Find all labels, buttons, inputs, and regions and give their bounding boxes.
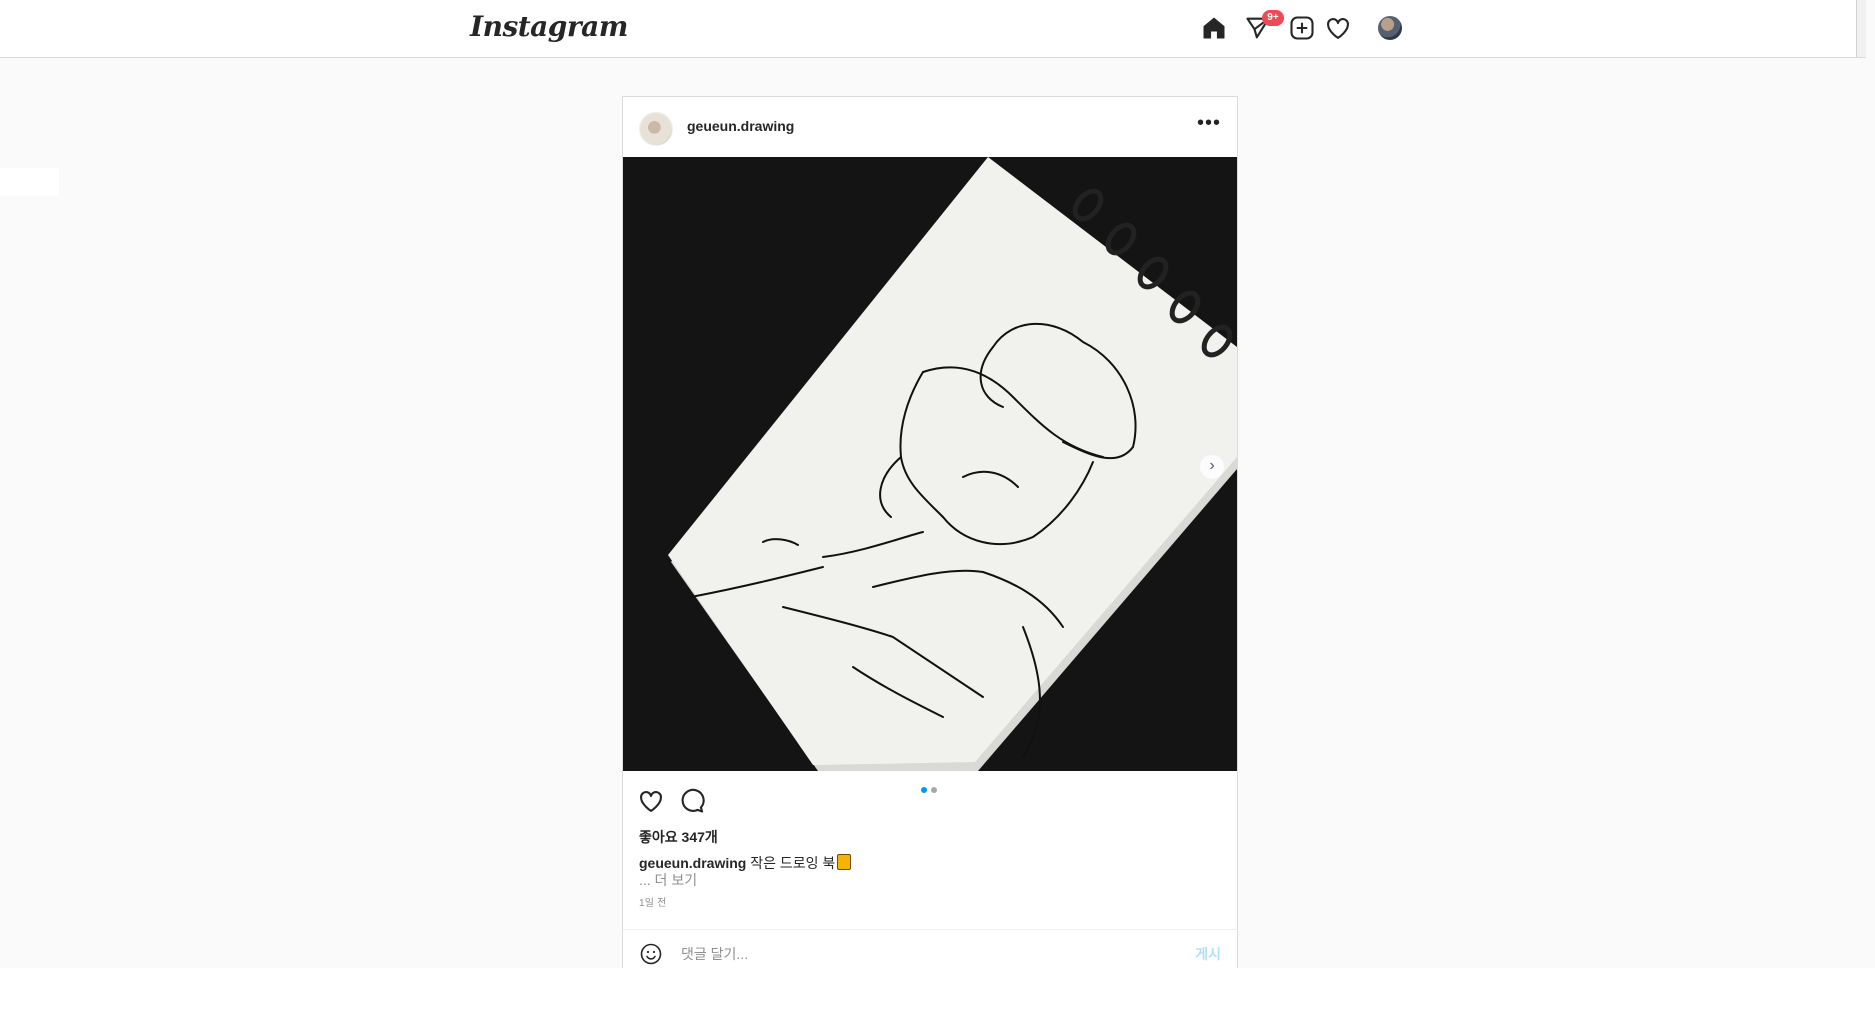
post-header: geueun.drawing ••• bbox=[623, 97, 1237, 157]
feed-post: geueun.drawing ••• › 좋아요 347개 geueun.dra… bbox=[622, 96, 1238, 970]
notebook-emoji-icon bbox=[837, 854, 852, 870]
comment-bar: 게시 bbox=[623, 929, 1237, 971]
caption-username[interactable]: geueun.drawing bbox=[639, 855, 746, 871]
side-panel-fragment bbox=[0, 168, 59, 196]
comment-icon[interactable] bbox=[677, 787, 705, 815]
new-post-icon[interactable] bbox=[1288, 14, 1318, 44]
instagram-logo[interactable]: Instagram bbox=[470, 10, 628, 43]
more-link[interactable]: ... 더 보기 bbox=[639, 870, 697, 890]
direct-message-icon[interactable]: 9+ bbox=[1244, 10, 1284, 44]
activity-heart-icon[interactable] bbox=[1324, 14, 1354, 44]
more-options-button[interactable]: ••• bbox=[1197, 113, 1221, 137]
carousel-next-button[interactable]: › bbox=[1200, 455, 1224, 479]
post-image[interactable]: › bbox=[623, 157, 1237, 771]
page-bottom-area bbox=[0, 968, 1875, 1025]
top-nav: Instagram 9+ bbox=[0, 0, 1866, 58]
carousel-dot bbox=[931, 787, 937, 793]
scrollbar[interactable] bbox=[1856, 0, 1866, 57]
post-comment-button[interactable]: 게시 bbox=[1195, 944, 1221, 964]
profile-avatar[interactable] bbox=[1378, 16, 1402, 40]
sketchbook-illustration bbox=[623, 157, 1237, 771]
likes-count[interactable]: 좋아요 347개 bbox=[639, 827, 718, 847]
post-username[interactable]: geueun.drawing bbox=[687, 118, 794, 134]
comment-input[interactable] bbox=[679, 942, 1143, 966]
post-timestamp[interactable]: 1일 전 bbox=[639, 894, 667, 909]
direct-badge: 9+ bbox=[1262, 10, 1284, 26]
home-icon[interactable] bbox=[1200, 14, 1230, 44]
post-author-avatar[interactable] bbox=[639, 112, 673, 146]
caption-text: 작은 드로잉 북 bbox=[750, 855, 836, 871]
carousel-dot-active bbox=[921, 787, 927, 793]
emoji-picker-icon[interactable] bbox=[639, 942, 663, 966]
like-heart-icon[interactable] bbox=[637, 787, 665, 815]
